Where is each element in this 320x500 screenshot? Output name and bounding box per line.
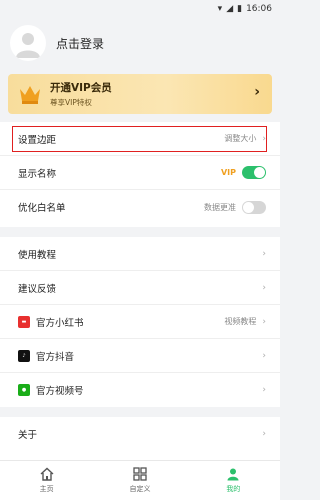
row-label: 官方抖音 [36, 351, 75, 363]
avatar-person-icon [16, 33, 40, 58]
chevron-right-icon: › [262, 429, 266, 439]
about-group: 关于 › [0, 417, 280, 460]
row-label: 显示名称 [18, 168, 57, 180]
avatar[interactable] [10, 25, 46, 61]
row-label: 设置边距 [18, 134, 57, 146]
bottom-nav: 主页 自定义 我的 [0, 460, 280, 500]
vip-title: 开通VIP会员 [50, 82, 112, 94]
vip-badge: VIP [220, 168, 236, 177]
row-show-name[interactable]: 显示名称 VIP [0, 156, 280, 190]
row-douyin[interactable]: ♪ 官方抖音 › [0, 339, 280, 373]
wechat-channels-icon: ● [18, 384, 30, 396]
chevron-right-icon: › [262, 350, 266, 361]
row-label: 使用教程 [18, 249, 57, 261]
battery-icon: ▮ [237, 3, 243, 14]
person-icon [227, 468, 239, 481]
row-label: 优化白名单 [18, 203, 66, 214]
chevron-right-icon: › [262, 385, 266, 395]
row-xiaohongshu[interactable]: ▬ 官方小红书 视频教程 › [0, 305, 280, 339]
row-label: 建议反馈 [18, 283, 57, 295]
nav-label: 主页 [39, 485, 54, 493]
row-hint: 数据更准 [204, 202, 236, 212]
vip-subtitle: 尊享VIP特权 [50, 98, 92, 107]
settings-group: 设置边距 调整大小 › 显示名称 VIP 优化白名单 数据更准 [0, 122, 280, 227]
douyin-icon: ♪ [18, 349, 30, 362]
profile-header[interactable]: 点击登录 [0, 18, 280, 68]
row-hint: 调整大小 [224, 134, 257, 143]
whitelist-toggle[interactable] [242, 200, 266, 214]
status-time: 16:06 [246, 4, 272, 14]
nav-custom[interactable]: 自定义 [93, 461, 186, 500]
row-tutorial[interactable]: 使用教程 › [0, 237, 280, 271]
chevron-right-icon: › [262, 316, 266, 327]
help-group: 使用教程 › 建议反馈 › ▬ 官方小红书 视频教程 › ♪ 官方抖音 › ● … [0, 237, 280, 407]
nav-home[interactable]: 主页 [0, 461, 93, 500]
row-whitelist[interactable]: 优化白名单 数据更准 [0, 190, 280, 224]
grid-icon [133, 467, 147, 481]
row-feedback[interactable]: 建议反馈 › [0, 271, 280, 305]
chevron-right-icon: › [254, 84, 260, 100]
crown-icon [18, 82, 42, 106]
chevron-right-icon: › [262, 248, 266, 259]
show-name-toggle[interactable] [242, 166, 266, 179]
chevron-right-icon: › [262, 133, 266, 144]
row-about[interactable]: 关于 › [0, 417, 280, 451]
wifi-icon: ▾ [217, 3, 223, 14]
nav-label: 自定义 [129, 485, 151, 493]
row-margin-settings[interactable]: 设置边距 调整大小 › [0, 122, 280, 156]
nav-mine[interactable]: 我的 [187, 461, 280, 500]
row-wechat-channels[interactable]: ● 官方视频号 › [0, 373, 280, 407]
login-link[interactable]: 点击登录 [56, 35, 104, 52]
status-bar: ▾ ◢ ▮ 16:06 [0, 0, 280, 18]
row-label: 官方视频号 [36, 386, 84, 397]
xiaohongshu-icon: ▬ [18, 315, 30, 328]
home-icon [40, 467, 54, 481]
row-label: 关于 [18, 430, 38, 441]
nav-label: 我的 [226, 485, 241, 493]
chevron-right-icon: › [262, 282, 266, 293]
row-label: 官方小红书 [36, 317, 84, 329]
signal-icon: ◢ [226, 3, 234, 14]
vip-banner[interactable]: 开通VIP会员 尊享VIP特权 › [8, 74, 272, 114]
row-hint: 视频教程 [224, 317, 257, 326]
